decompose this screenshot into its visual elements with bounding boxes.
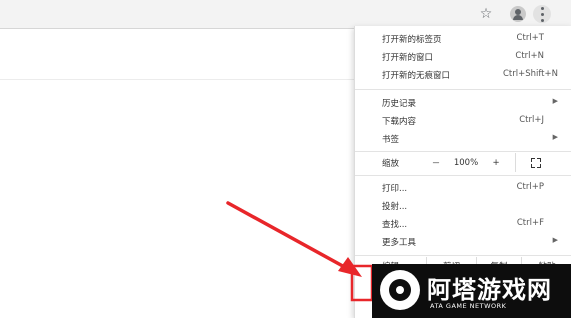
watermark-title: 阿塔游戏网 [427, 276, 552, 304]
watermark-subtitle: ATA GAME NETWORK [430, 302, 507, 310]
arrow-shaft [226, 201, 352, 272]
watermark-logo: 阿塔游戏网 ATA GAME NETWORK [372, 264, 571, 318]
gamepad-logo-icon [380, 270, 420, 310]
